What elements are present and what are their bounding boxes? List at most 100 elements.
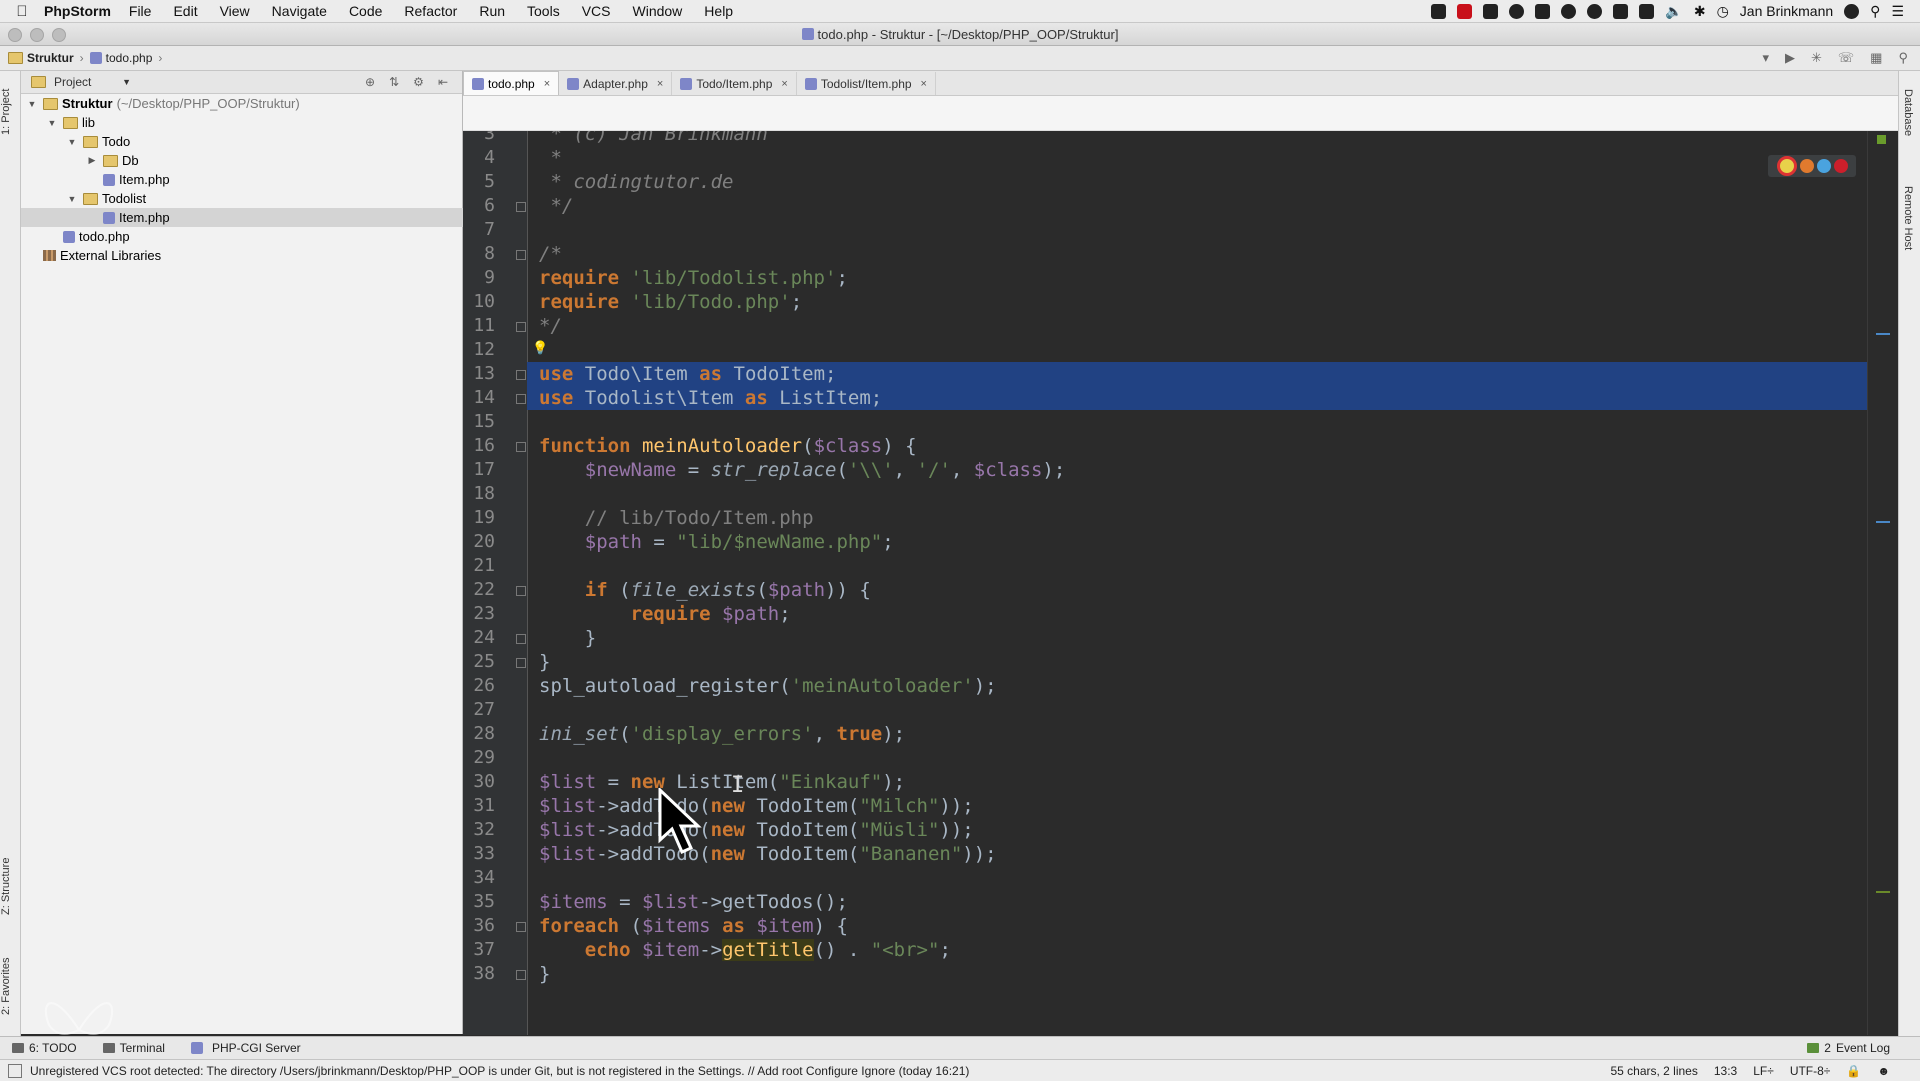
menu-navigate[interactable]: Navigate	[272, 3, 327, 19]
tree-item[interactable]: ▼ Todolist	[21, 189, 508, 208]
chevron-down-icon[interactable]: ▼	[27, 99, 37, 109]
code-line[interactable]: spl_autoload_register('meinAutoloader');	[539, 674, 997, 698]
code-line[interactable]: $list->addTodo(new TodoItem("Müsli"));	[539, 818, 974, 842]
remote-host-tool-tab[interactable]: Remote Host	[1902, 186, 1914, 250]
line-number[interactable]: 21	[463, 554, 495, 578]
editor-scrollbar[interactable]	[1867, 131, 1898, 1035]
chevron-down-icon[interactable]: ▼	[67, 137, 77, 147]
tray-app-icon[interactable]	[1431, 3, 1447, 19]
fold-marker-icon[interactable]	[516, 586, 526, 596]
opera-icon[interactable]	[1833, 159, 1848, 173]
fold-marker-icon[interactable]	[516, 394, 526, 404]
code-line[interactable]: require 'lib/Todo.php';	[539, 290, 802, 314]
menu-run[interactable]: Run	[479, 3, 505, 19]
tray-book-icon[interactable]	[1483, 3, 1499, 19]
hector-icon[interactable]: ☻	[1877, 1064, 1890, 1078]
project-tool-tab[interactable]: 1: Project	[0, 77, 20, 147]
chevron-right-icon[interactable]: ▶	[87, 155, 97, 166]
fold-marker-icon[interactable]	[516, 634, 526, 644]
tray-user-icon[interactable]	[1844, 3, 1860, 19]
code-line[interactable]: $list->addTodo(new TodoItem("Milch"));	[539, 794, 974, 818]
line-number[interactable]: 14	[463, 386, 495, 410]
code-line[interactable]: $newName = str_replace('\\', '/', $class…	[539, 458, 1066, 482]
menu-refactor[interactable]: Refactor	[404, 3, 457, 19]
tree-item[interactable]: External Libraries	[21, 246, 468, 265]
line-number[interactable]: 17	[463, 458, 495, 482]
line-number[interactable]: 5	[463, 170, 495, 194]
code-line[interactable]: if (file_exists($path)) {	[539, 578, 871, 602]
scroll-from-source-icon[interactable]: ⊕	[365, 75, 375, 89]
chrome-icon[interactable]	[1776, 156, 1797, 176]
line-number[interactable]: 38	[463, 962, 495, 986]
tree-item[interactable]: ▶ Db	[21, 151, 528, 170]
hide-panel-icon[interactable]: ⇤	[438, 75, 448, 89]
line-number[interactable]: 16	[463, 434, 495, 458]
line-number-gutter[interactable]: 3 4 5 6 7 8 9 10 11 12 13 14 15 16 17 18 19 20 21 22 23 24 25 2…	[463, 131, 528, 1035]
code-line[interactable]: }	[539, 962, 550, 986]
code-line[interactable]: use Todo\Item as TodoItem;	[539, 362, 836, 386]
fold-marker-icon[interactable]	[516, 658, 526, 668]
bluetooth-icon[interactable]: ✱	[1694, 3, 1706, 20]
code-area[interactable]: * (c) Jan Brinkmann * * codingtutor.de *…	[527, 131, 1867, 1035]
scroll-marker[interactable]	[1876, 521, 1890, 523]
line-number[interactable]: 23	[463, 602, 495, 626]
gear-icon[interactable]: ⚙	[413, 75, 424, 89]
close-tab-icon[interactable]: ×	[781, 78, 787, 90]
line-number[interactable]: 36	[463, 914, 495, 938]
line-number[interactable]: 11	[463, 314, 495, 338]
tab-todo-item-php[interactable]: Todo/Item.php ×	[672, 72, 797, 95]
tab-todo-php[interactable]: todo.php ×	[463, 71, 560, 95]
code-line[interactable]: $items = $list->getTodos();	[539, 890, 848, 914]
chevron-down-icon[interactable]: ▼	[67, 194, 77, 204]
run-config-dropdown[interactable]: ▾	[1762, 50, 1769, 66]
menu-tools[interactable]: Tools	[527, 3, 560, 19]
line-number[interactable]: 18	[463, 482, 495, 506]
code-line[interactable]: $list = new ListItem("Einkauf");	[539, 770, 905, 794]
tab-adapter-php[interactable]: Adapter.php ×	[559, 72, 673, 95]
menu-code[interactable]: Code	[349, 3, 382, 19]
notification-center-icon[interactable]: ☰	[1891, 3, 1904, 20]
fold-marker-icon[interactable]	[516, 442, 526, 452]
line-number[interactable]: 35	[463, 890, 495, 914]
structure-tool-tab[interactable]: Z: Structure	[0, 841, 20, 931]
code-line[interactable]: require 'lib/Todolist.php';	[539, 266, 848, 290]
line-number[interactable]: 29	[463, 746, 495, 770]
close-tab-icon[interactable]: ×	[921, 78, 927, 90]
fold-marker-icon[interactable]	[516, 970, 526, 980]
menu-vcs[interactable]: VCS	[582, 3, 611, 19]
code-line[interactable]: echo $item->getTitle() . "<br>";	[539, 938, 951, 962]
line-number[interactable]: 12	[463, 338, 495, 362]
code-editor[interactable]: 3 4 5 6 7 8 9 10 11 12 13 14 15 16 17 18 19 20 21 22 23 24 25 2…	[463, 131, 1898, 1035]
spotlight-icon[interactable]: ⚲	[1870, 3, 1880, 20]
close-tab-icon[interactable]: ×	[657, 78, 663, 90]
event-log-button[interactable]: 2 Event Log	[1807, 1041, 1890, 1055]
project-view-dropdown[interactable]: Project ▼	[31, 75, 131, 89]
line-number[interactable]: 10	[463, 290, 495, 314]
tray-record-icon[interactable]	[1457, 3, 1473, 19]
chevron-down-icon[interactable]: ▼	[47, 118, 57, 128]
code-line[interactable]: foreach ($items as $item) {	[539, 914, 848, 938]
tray-sync-icon[interactable]	[1587, 3, 1603, 19]
caret-position[interactable]: 13:3	[1714, 1064, 1737, 1078]
line-number[interactable]: 22	[463, 578, 495, 602]
code-line[interactable]: * (c) Jan Brinkmann	[539, 131, 767, 146]
tray-1password-icon[interactable]	[1509, 3, 1525, 19]
code-line[interactable]: require $path;	[539, 602, 791, 626]
line-number[interactable]: 34	[463, 866, 495, 890]
code-line[interactable]: $path = "lib/$newName.php";	[539, 530, 894, 554]
tree-item[interactable]: Item.php	[21, 208, 528, 227]
scroll-marker[interactable]	[1876, 333, 1890, 335]
menu-app-name[interactable]: PhpStorm	[44, 3, 111, 19]
close-window-button[interactable]	[8, 28, 22, 42]
code-line[interactable]: * codingtutor.de	[539, 170, 733, 194]
file-encoding[interactable]: UTF-8÷	[1790, 1064, 1831, 1078]
database-tool-tab[interactable]: Database	[1902, 89, 1914, 136]
debug-icon[interactable]: ✳	[1811, 50, 1822, 66]
vcs-notification-message[interactable]: Unregistered VCS root detected: The dire…	[30, 1064, 969, 1078]
line-number[interactable]: 32	[463, 818, 495, 842]
terminal-tool-button[interactable]: Terminal	[102, 1041, 165, 1055]
tab-todolist-item-php[interactable]: Todolist/Item.php ×	[797, 72, 936, 95]
tray-dropbox-icon[interactable]	[1613, 3, 1629, 19]
code-line[interactable]: ini_set('display_errors', true);	[539, 722, 905, 746]
todo-tool-button[interactable]: 6: TODO	[12, 1041, 77, 1055]
